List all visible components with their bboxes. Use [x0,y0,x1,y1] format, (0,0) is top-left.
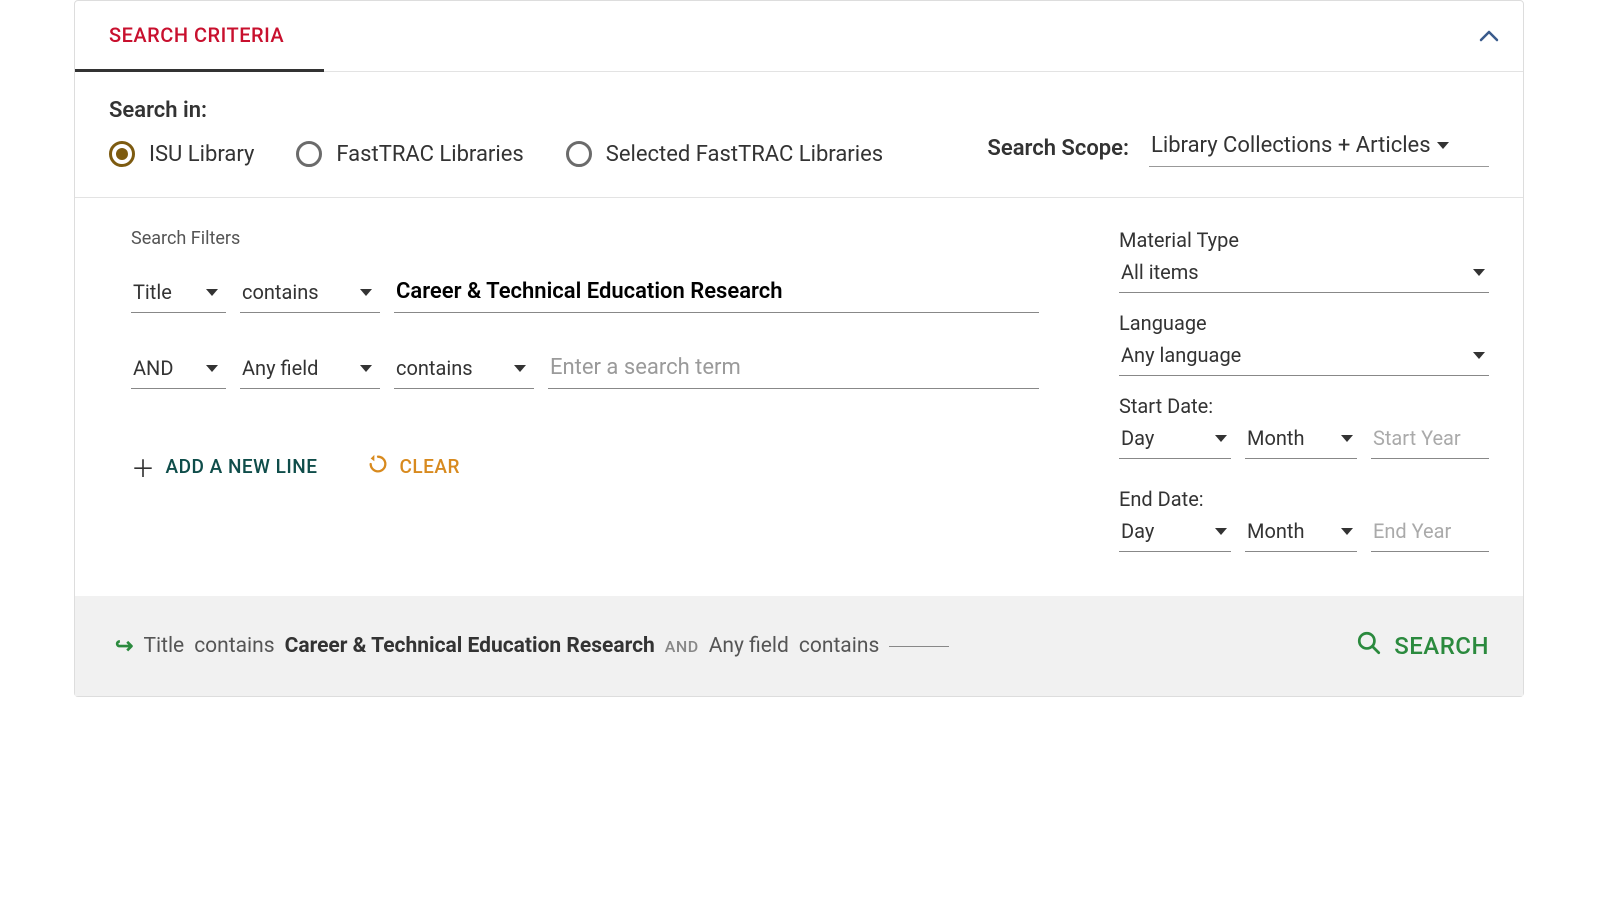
chevron-down-icon [1341,528,1353,535]
chevron-down-icon [360,289,372,296]
filter-row-2: AND Any field contains [131,353,1039,389]
field-select[interactable]: Any field [240,354,380,389]
match-select[interactable]: contains [394,354,534,389]
end-month-select[interactable]: Month [1245,517,1357,552]
chevron-down-icon [1473,269,1485,276]
scope-label: Search Scope: [987,136,1129,161]
arrow-right-icon: ↪ [115,634,133,659]
start-month-select[interactable]: Month [1245,424,1357,459]
query-summary: ↪ Title contains Career & Technical Educ… [115,634,949,659]
end-day-select[interactable]: Day [1119,517,1231,552]
filters-right: Material Type All items Language Any lan… [1119,228,1489,552]
start-date-row: Day Month [1119,424,1489,459]
advanced-search-panel: SEARCH CRITERIA Search in: ISU Library F… [74,0,1524,697]
end-date-label: End Date: [1119,487,1489,511]
end-date-row: Day Month [1119,517,1489,552]
chevron-down-icon [514,365,526,372]
clear-button[interactable]: CLEAR [367,449,459,484]
search-button[interactable]: SEARCH [1356,630,1489,662]
search-in-section: Search in: ISU Library FastTRAC Librarie… [75,72,1523,198]
language-label: Language [1119,311,1489,335]
collapse-icon[interactable] [1479,26,1499,47]
bool-select[interactable]: AND [131,354,226,389]
filter-actions: ＋ ADD A NEW LINE CLEAR [131,449,1039,484]
start-year-input[interactable] [1371,424,1489,459]
radio-label: FastTRAC Libraries [336,142,523,167]
chevron-down-icon [206,365,218,372]
radio-unselected-icon [566,141,592,167]
chevron-down-icon [206,289,218,296]
radio-unselected-icon [296,141,322,167]
chevron-down-icon [1215,528,1227,535]
filters-left: Search Filters Title contains AND Any fi… [131,228,1039,552]
material-type-select[interactable]: All items [1119,258,1489,293]
chevron-down-icon [1341,435,1353,442]
radio-isu-library[interactable]: ISU Library [109,141,254,167]
blank-value-underline [889,646,949,647]
radio-selected-icon [109,141,135,167]
field-select[interactable]: Title [131,278,226,313]
start-date-label: Start Date: [1119,394,1489,418]
search-term-input[interactable] [394,277,1039,313]
scope-value: Library Collections + Articles [1151,133,1431,158]
material-type-label: Material Type [1119,228,1489,252]
search-term-input[interactable] [548,353,1039,389]
match-select[interactable]: contains [240,278,380,313]
search-icon [1356,630,1382,662]
scope-select[interactable]: Library Collections + Articles [1149,129,1489,167]
filters-title: Search Filters [131,228,1039,249]
undo-icon [367,453,389,480]
radio-selected-fasttrac[interactable]: Selected FastTRAC Libraries [566,141,883,167]
tab-search-criteria[interactable]: SEARCH CRITERIA [75,1,324,72]
search-in-label: Search in: [109,98,883,123]
end-year-input[interactable] [1371,517,1489,552]
language-select[interactable]: Any language [1119,341,1489,376]
plus-icon: ＋ [131,449,156,484]
query-summary-bar: ↪ Title contains Career & Technical Educ… [75,596,1523,696]
filter-row-1: Title contains [131,277,1039,313]
radio-label: Selected FastTRAC Libraries [606,142,883,167]
filters-section: Search Filters Title contains AND Any fi… [75,198,1523,596]
radio-label: ISU Library [149,142,254,167]
chevron-down-icon [360,365,372,372]
search-in-radio-group: ISU Library FastTRAC Libraries Selected … [109,141,883,167]
add-line-button[interactable]: ＋ ADD A NEW LINE [131,449,317,484]
chevron-down-icon [1215,435,1227,442]
tab-header: SEARCH CRITERIA [75,1,1523,72]
chevron-down-icon [1437,142,1449,149]
search-scope-row: Search Scope: Library Collections + Arti… [987,129,1489,167]
chevron-down-icon [1473,352,1485,359]
radio-fasttrac-libraries[interactable]: FastTRAC Libraries [296,141,523,167]
start-day-select[interactable]: Day [1119,424,1231,459]
